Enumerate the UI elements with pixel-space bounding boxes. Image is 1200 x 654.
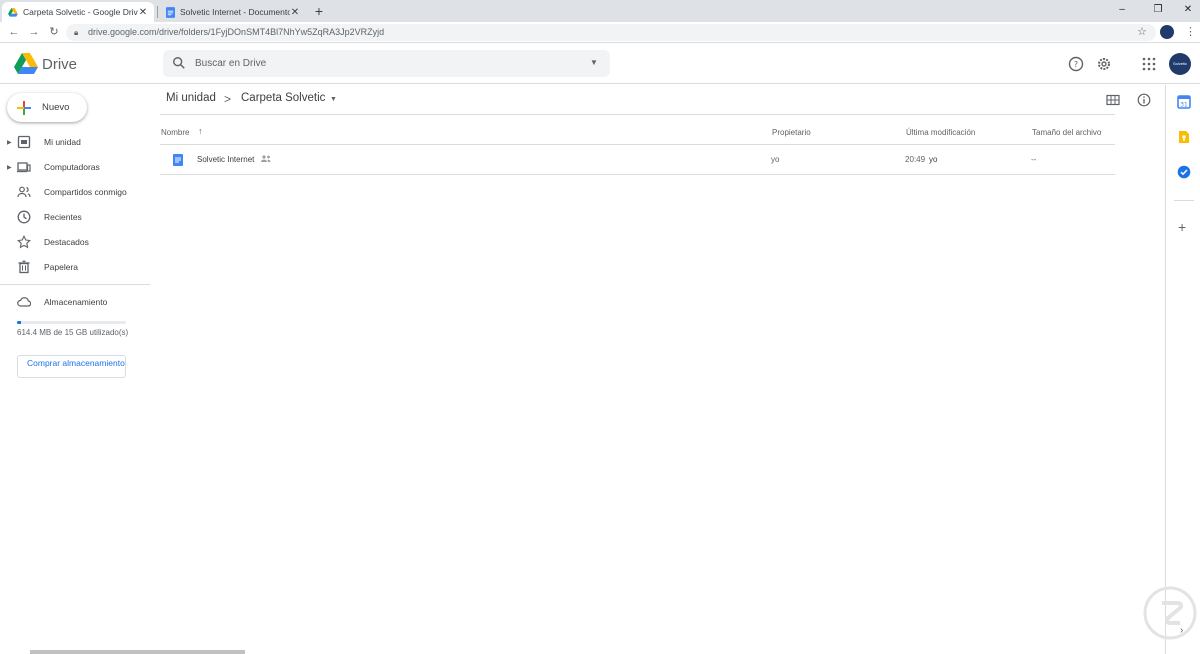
tab-divider xyxy=(157,6,158,18)
docs-favicon-icon xyxy=(166,6,175,18)
forward-icon[interactable]: → xyxy=(27,25,41,39)
address-toolbar: ← → ↻ 🔒︎ drive.google.com/drive/folders/… xyxy=(0,22,1200,43)
search-icon[interactable] xyxy=(172,56,186,70)
drive-logo-icon[interactable] xyxy=(14,53,38,75)
sidebar-item-label: Mi unidad xyxy=(44,137,81,147)
watermark-logo-icon xyxy=(1143,586,1197,640)
docs-icon xyxy=(173,154,183,166)
sidebar-item-trash[interactable]: Papelera xyxy=(0,256,150,278)
new-tab-button[interactable]: + xyxy=(311,2,327,20)
calendar-icon[interactable]: 31 xyxy=(1177,95,1191,109)
browser-tab-title: Solvetic Internet - Documentos d xyxy=(180,7,290,17)
storage-usage-text: 614.4 MB de 15 GB utilizado(s) xyxy=(17,328,129,337)
tasks-icon[interactable] xyxy=(1177,165,1191,179)
sidebar-item-my-drive[interactable]: ▶ Mi unidad xyxy=(0,131,150,153)
folder-menu-caret-icon[interactable]: ▼ xyxy=(330,96,337,103)
horizontal-scrollbar[interactable] xyxy=(30,650,245,654)
lock-icon: 🔒︎ xyxy=(74,28,79,37)
side-panel: 31 + › xyxy=(1165,85,1200,654)
trash-icon xyxy=(18,260,30,274)
drive-favicon-icon xyxy=(8,7,18,17)
browser-tab-title: Carpeta Solvetic - Google Drive xyxy=(23,7,138,17)
url-text: drive.google.com/drive/folders/1FyjDOnSM… xyxy=(88,27,385,37)
svg-text:31: 31 xyxy=(1180,102,1188,109)
column-header-name[interactable]: Nombre xyxy=(161,128,189,137)
close-window-icon[interactable]: ✕ xyxy=(1178,2,1198,18)
browser-profile-avatar[interactable] xyxy=(1160,25,1174,39)
column-header-owner[interactable]: Propietario xyxy=(772,128,811,137)
sidebar-item-label: Papelera xyxy=(44,262,79,272)
cloud-icon xyxy=(17,297,31,307)
header-divider xyxy=(160,114,1115,115)
app-name[interactable]: Drive xyxy=(42,56,77,73)
bookmark-star-icon[interactable]: ☆ xyxy=(1137,25,1147,38)
new-button-label: Nuevo xyxy=(42,102,70,113)
search-input[interactable] xyxy=(195,50,575,77)
column-header-size[interactable]: Tamaño del archivo xyxy=(1032,128,1101,137)
sidebar-item-label: Computadoras xyxy=(44,162,100,172)
sidebar-item-label: Destacados xyxy=(44,237,89,247)
sidebar-item-starred[interactable]: Destacados xyxy=(0,231,150,253)
sidebar-item-computers[interactable]: ▶ Computadoras xyxy=(0,156,150,178)
computers-icon xyxy=(17,162,31,173)
storage-progress-fill xyxy=(17,321,22,324)
my-drive-icon xyxy=(17,135,31,149)
side-panel-divider xyxy=(1174,200,1194,201)
add-addon-icon[interactable]: + xyxy=(1178,219,1186,235)
file-name: Solvetic Internet xyxy=(197,155,255,164)
breadcrumb-my-drive[interactable]: Mi unidad xyxy=(166,92,216,104)
file-modified-by: yo xyxy=(929,155,938,164)
star-icon xyxy=(17,235,31,249)
file-modified-time: 20:49 xyxy=(905,155,926,164)
file-owner: yo xyxy=(771,155,780,164)
sidebar-item-recent[interactable]: Recientes xyxy=(0,206,150,228)
close-tab-icon[interactable]: ✕ xyxy=(138,7,148,18)
breadcrumb-current-folder[interactable]: Carpeta Solvetic xyxy=(241,92,325,104)
plus-icon xyxy=(17,100,31,115)
search-options-icon[interactable]: ▼ xyxy=(590,58,598,67)
sidebar-item-label: Compartidos conmigo xyxy=(44,187,127,197)
search-box[interactable]: ▼ xyxy=(163,50,610,77)
apps-grid-icon[interactable] xyxy=(1141,56,1157,72)
grid-view-icon[interactable] xyxy=(1106,93,1120,107)
shared-icon xyxy=(17,186,31,198)
sidebar-item-label: Recientes xyxy=(44,212,82,222)
sort-ascending-icon[interactable]: ↑ xyxy=(198,126,203,136)
row-divider xyxy=(160,174,1115,175)
svg-text:?: ? xyxy=(1074,60,1078,69)
new-button[interactable]: Nuevo xyxy=(7,93,87,122)
buy-storage-button[interactable]: Comprar almacenamiento xyxy=(17,355,126,378)
restore-icon[interactable]: ❐ xyxy=(1148,2,1168,18)
browser-tab-drive[interactable]: Carpeta Solvetic - Google Drive ✕ xyxy=(2,2,154,22)
storage-label: Almacenamiento xyxy=(44,297,108,307)
drive-header: Drive ▼ ? Solvetic xyxy=(0,44,1200,84)
column-header-modified[interactable]: Última modificación xyxy=(906,128,975,137)
main-content: Mi unidad > Carpeta Solvetic ▼ Nombre ↑ … xyxy=(150,85,1165,654)
browser-tab-strip: Carpeta Solvetic - Google Drive ✕ Solvet… xyxy=(0,0,1200,22)
expand-arrow-icon[interactable]: ▶ xyxy=(7,164,12,171)
info-icon[interactable] xyxy=(1137,93,1151,107)
shared-people-icon xyxy=(261,155,271,162)
chevron-right-icon: > xyxy=(224,92,232,106)
browser-menu-icon[interactable]: ⋮ xyxy=(1185,25,1196,38)
address-bar[interactable]: 🔒︎ drive.google.com/drive/folders/1FyjDO… xyxy=(66,24,1156,41)
sidebar-divider xyxy=(0,284,150,285)
keep-icon[interactable] xyxy=(1177,130,1191,144)
storage-progress-bar xyxy=(17,321,126,324)
browser-tab-docs[interactable]: Solvetic Internet - Documentos d ✕ xyxy=(160,2,306,22)
account-avatar[interactable]: Solvetic xyxy=(1169,53,1191,75)
file-row[interactable]: Solvetic Internet yo 20:49 yo -- xyxy=(160,145,1115,174)
expand-arrow-icon[interactable]: ▶ xyxy=(7,139,12,146)
close-tab-icon[interactable]: ✕ xyxy=(290,7,300,18)
sidebar: Nuevo ▶ Mi unidad ▶ Computadoras Compart… xyxy=(0,85,150,654)
clock-icon xyxy=(17,210,31,224)
reload-icon[interactable]: ↻ xyxy=(47,25,61,39)
help-icon[interactable]: ? xyxy=(1068,56,1084,72)
minimize-icon[interactable]: – xyxy=(1112,2,1132,18)
settings-gear-icon[interactable] xyxy=(1096,56,1112,72)
back-icon[interactable]: ← xyxy=(7,25,21,39)
sidebar-item-shared-with-me[interactable]: Compartidos conmigo xyxy=(0,181,150,203)
sidebar-item-storage[interactable]: Almacenamiento xyxy=(0,291,150,313)
file-size: -- xyxy=(1031,155,1037,164)
